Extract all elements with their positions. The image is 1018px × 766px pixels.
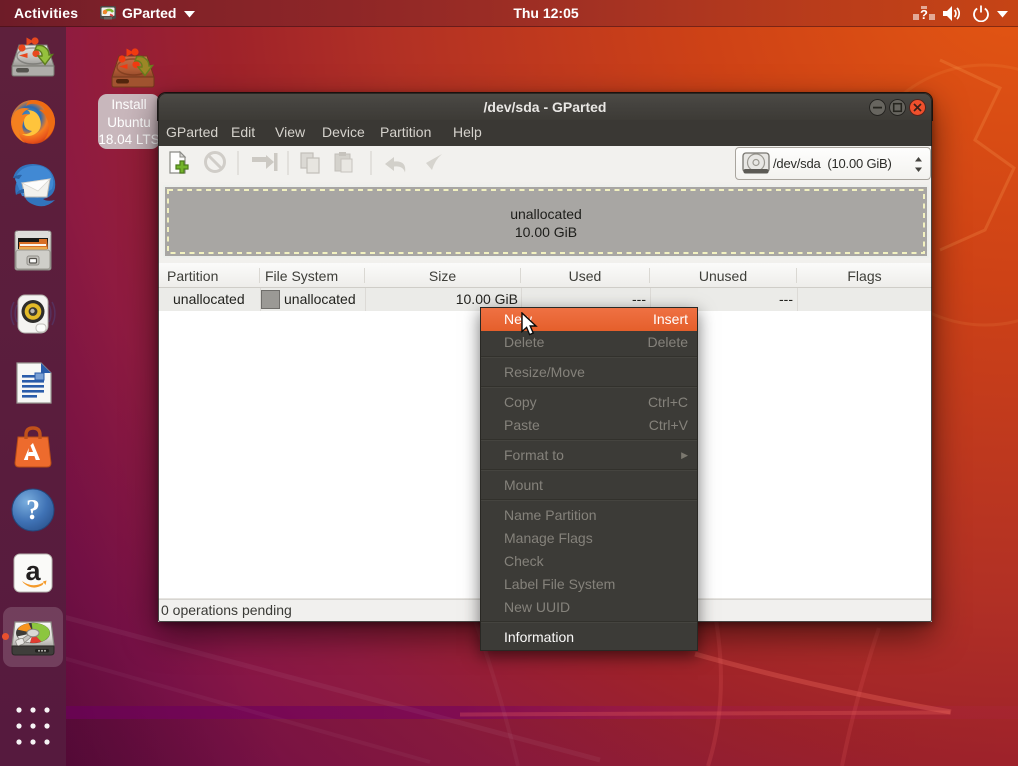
svg-text:?: ?	[920, 7, 928, 22]
svg-text:?: ?	[26, 495, 40, 526]
svg-text:a: a	[25, 556, 41, 586]
